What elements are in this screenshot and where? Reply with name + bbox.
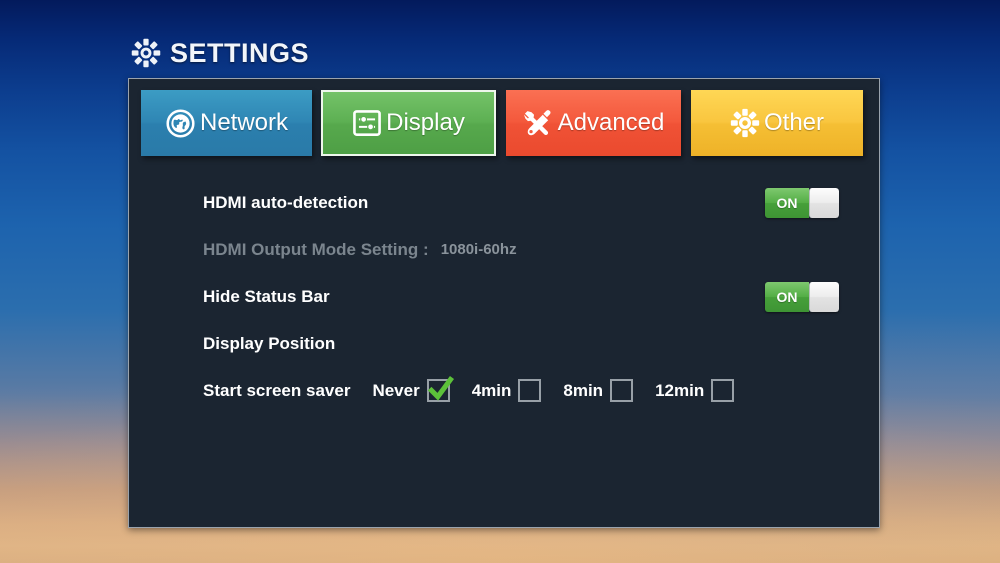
screen-saver-options: Never 4min 8min 12min <box>350 375 735 402</box>
checkbox-never[interactable] <box>426 375 454 402</box>
row-hdmi-output-mode[interactable]: HDMI Output Mode Setting : 1080i-60hz <box>129 226 881 273</box>
checkbox-4min[interactable] <box>518 379 542 402</box>
option-label: 12min <box>655 380 705 400</box>
tab-advanced-label: Advanced <box>557 109 665 136</box>
page-title: SETTINGS <box>131 33 309 73</box>
tools-icon <box>523 109 551 135</box>
hdmi-output-mode-label: HDMI Output Mode Setting : <box>203 239 429 259</box>
tab-advanced[interactable]: Advanced <box>506 90 681 156</box>
check-icon <box>427 375 454 401</box>
tab-bar: Network Display Advanced Other <box>129 90 881 158</box>
tab-network[interactable]: Network <box>141 90 312 156</box>
toggle-track: ON <box>765 281 809 312</box>
toggle-track: ON <box>765 187 809 218</box>
checkbox-8min[interactable] <box>610 379 634 402</box>
option-label: 4min <box>471 380 512 400</box>
display-position-label: Display Position <box>203 333 336 353</box>
toggle-knob <box>809 281 839 312</box>
tab-network-label: Network <box>199 109 289 136</box>
start-screen-saver-label: Start screen saver <box>203 380 351 400</box>
gear-icon <box>730 108 760 138</box>
hdmi-auto-detection-toggle[interactable]: ON <box>765 187 839 218</box>
screen-saver-option-4min[interactable]: 4min <box>472 379 542 402</box>
option-label: Never <box>372 380 420 400</box>
hide-status-bar-label: Hide Status Bar <box>203 286 330 306</box>
checkbox-12min[interactable] <box>711 379 735 402</box>
hdmi-auto-detection-label: HDMI auto-detection <box>203 192 369 212</box>
row-start-screen-saver: Start screen saver Never 4min 8min 12min <box>129 367 881 414</box>
hdmi-output-mode-value: 1080i-60hz <box>440 241 517 258</box>
tab-display[interactable]: Display <box>321 90 496 156</box>
screen-saver-option-never[interactable]: Never <box>372 375 454 402</box>
tab-display-label: Display <box>386 109 465 136</box>
row-hide-status-bar: Hide Status Bar ON <box>129 273 881 320</box>
settings-list: HDMI auto-detection ON HDMI Output Mode … <box>129 179 881 414</box>
tab-other-label: Other <box>763 109 825 136</box>
gear-icon <box>131 38 161 68</box>
hide-status-bar-toggle[interactable]: ON <box>765 281 839 312</box>
page-title-label: SETTINGS <box>170 37 310 68</box>
row-display-position[interactable]: Display Position <box>129 320 881 367</box>
toggle-state-label: ON <box>776 194 798 211</box>
screen-saver-option-12min[interactable]: 12min <box>655 379 735 402</box>
toggle-knob <box>809 187 839 218</box>
row-hdmi-auto-detection: HDMI auto-detection ON <box>129 179 881 226</box>
toggle-state-label: ON <box>776 288 798 305</box>
settings-panel: Network Display Advanced Other HDMI auto… <box>128 78 880 528</box>
globe-icon <box>166 108 195 138</box>
option-label: 8min <box>563 380 604 400</box>
tab-other[interactable]: Other <box>691 90 863 156</box>
screen-saver-option-8min[interactable]: 8min <box>563 379 634 402</box>
sliders-icon <box>353 110 382 136</box>
